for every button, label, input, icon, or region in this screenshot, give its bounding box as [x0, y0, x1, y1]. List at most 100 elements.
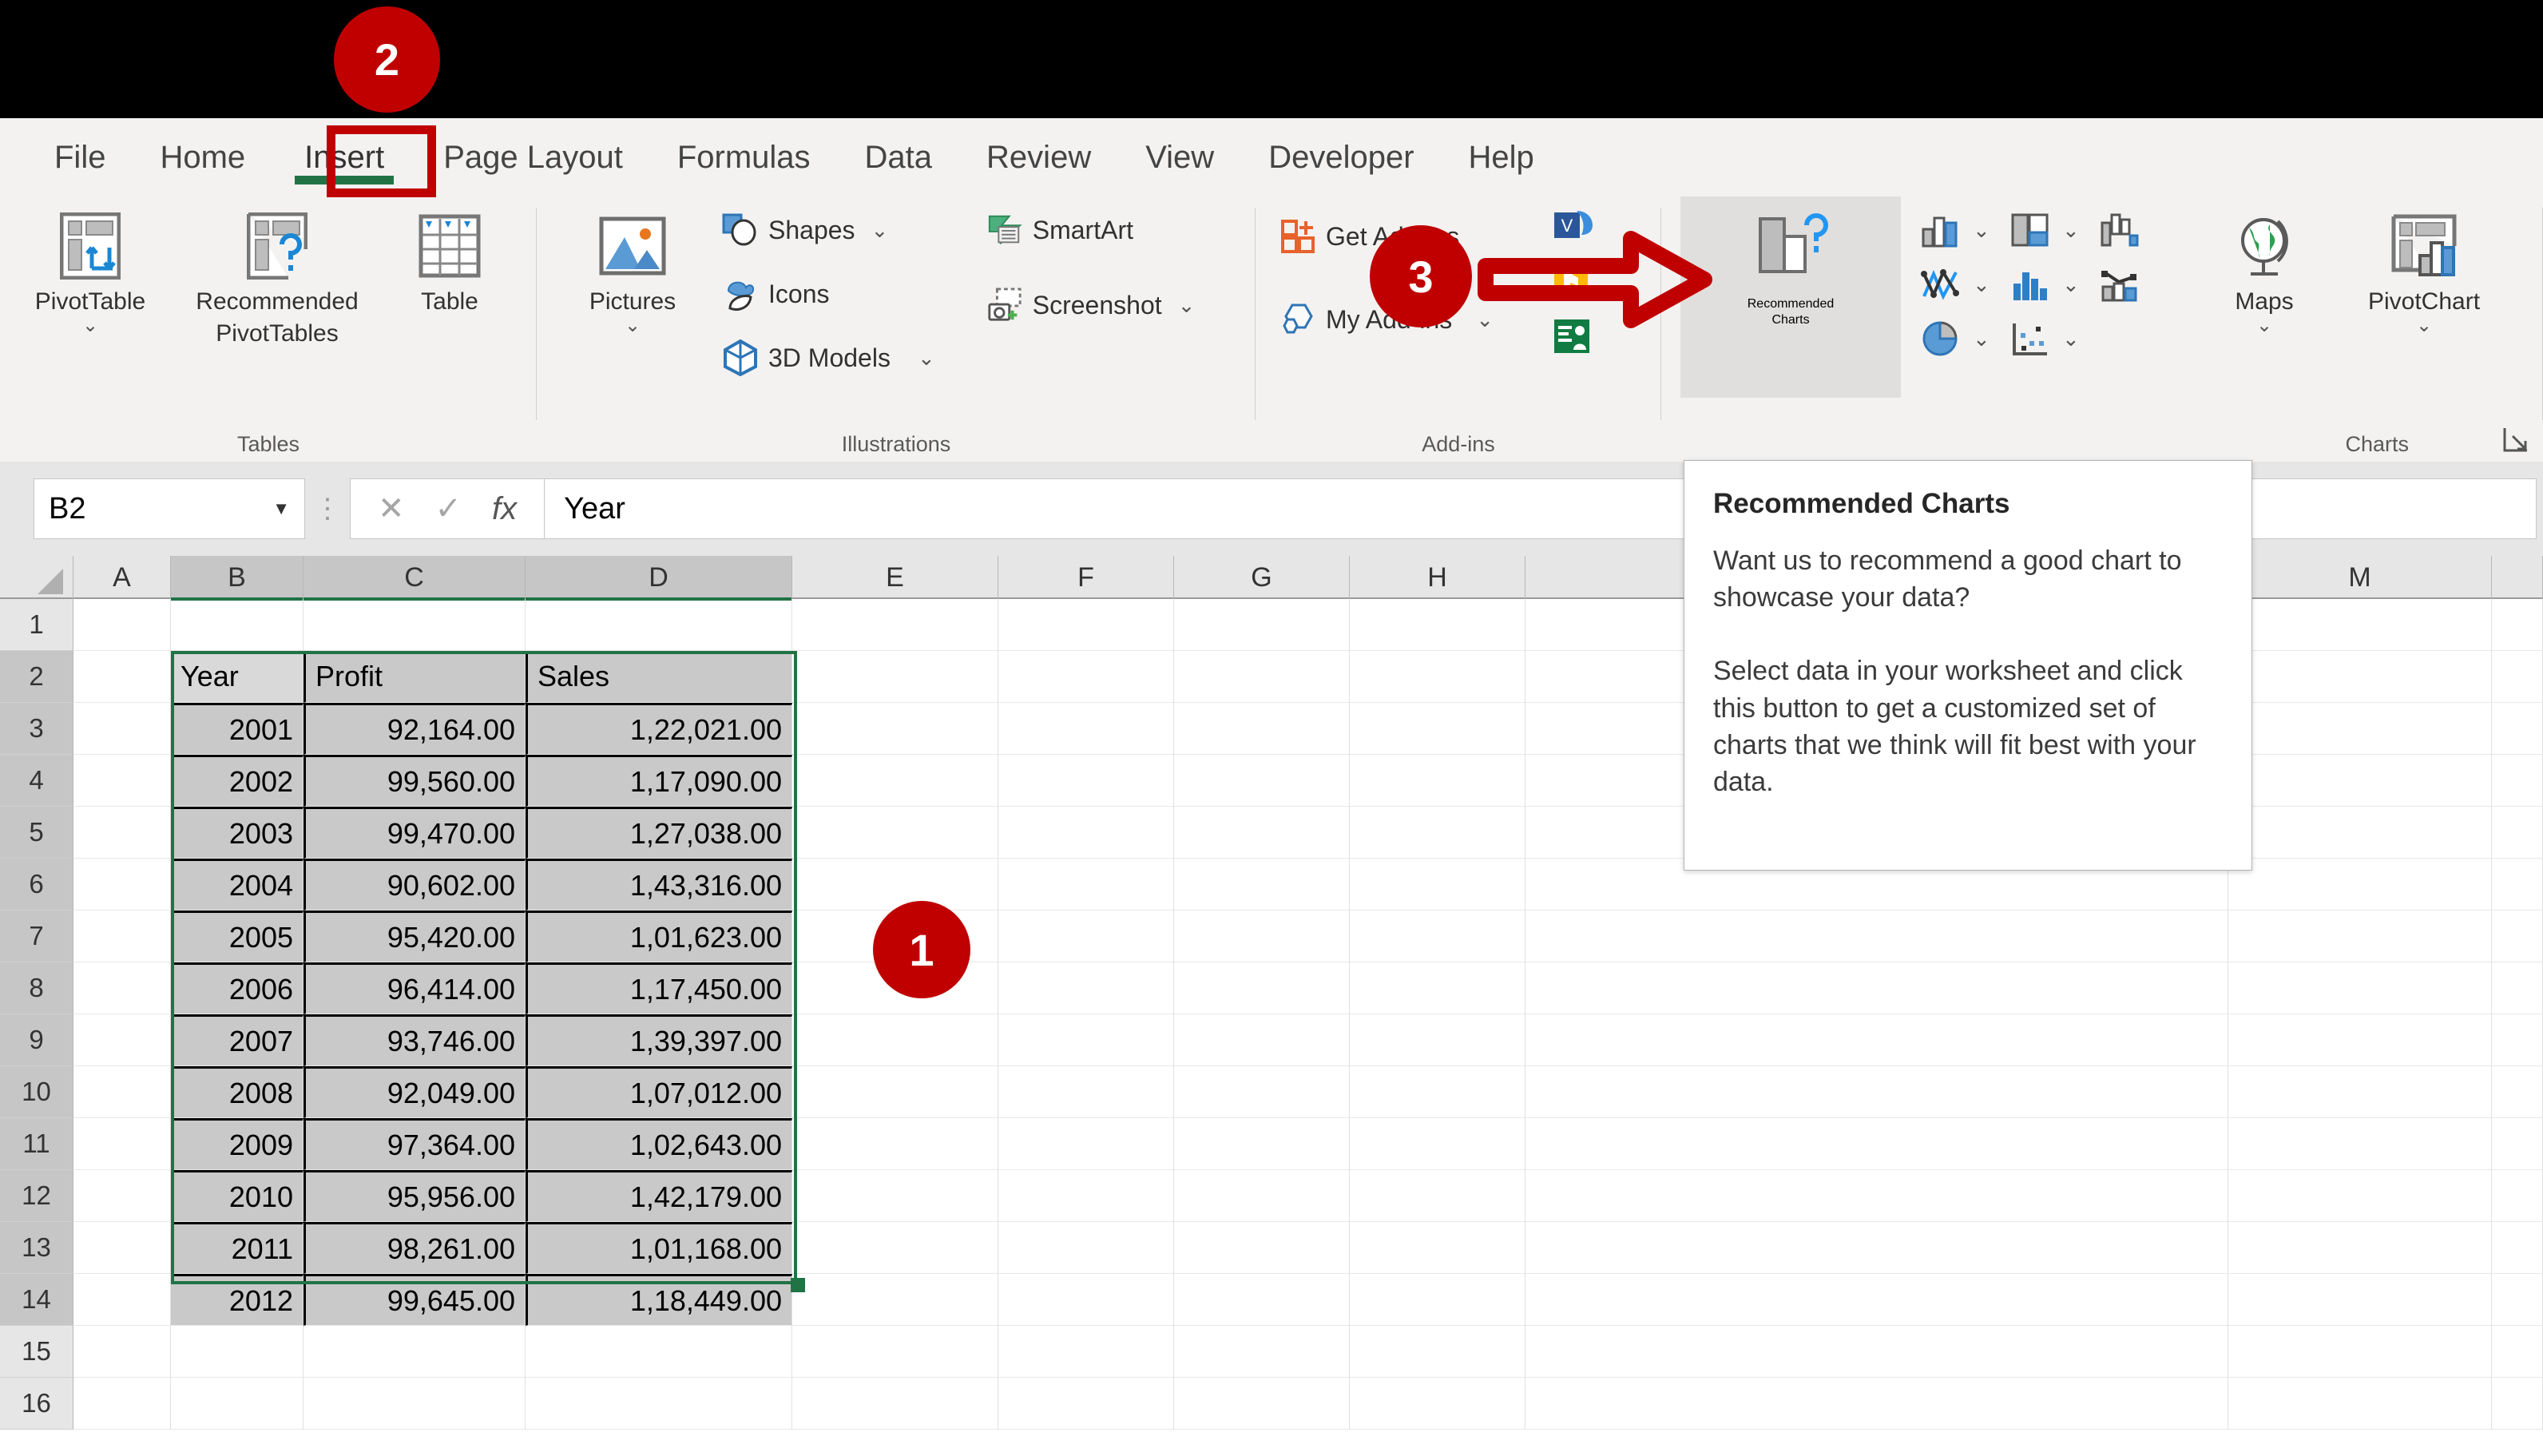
cell-h7[interactable]: [1350, 910, 1525, 962]
cell-b2[interactable]: Year: [171, 651, 303, 703]
cell-c8[interactable]: 96,414.00: [303, 962, 526, 1014]
cell-g11[interactable]: [1174, 1118, 1350, 1170]
tab-file[interactable]: File: [27, 127, 133, 188]
cell-n12[interactable]: [2492, 1170, 2543, 1222]
cell-d10[interactable]: 1,07,012.00: [526, 1066, 792, 1118]
tab-view[interactable]: View: [1118, 127, 1241, 188]
cell-i13[interactable]: [1525, 1222, 2228, 1274]
cell-e12[interactable]: [792, 1170, 998, 1222]
cell-b7[interactable]: 2005: [171, 910, 303, 962]
cell-i14[interactable]: [1525, 1274, 2228, 1326]
cell-d3[interactable]: 1,22,021.00: [526, 703, 792, 755]
cell-g14[interactable]: [1174, 1274, 1350, 1326]
cell-a3[interactable]: [73, 703, 171, 755]
cell-b9[interactable]: 2007: [171, 1014, 303, 1066]
cell-e10[interactable]: [792, 1066, 998, 1118]
cell-g13[interactable]: [1174, 1222, 1350, 1274]
column-header-n[interactable]: [2492, 556, 2543, 599]
cell-f3[interactable]: [998, 703, 1174, 755]
cell-h3[interactable]: [1350, 703, 1525, 755]
tab-help[interactable]: Help: [1442, 127, 1561, 188]
cell-c11[interactable]: 97,364.00: [303, 1118, 526, 1170]
enter-icon[interactable]: ✓: [435, 490, 462, 527]
cell-d13[interactable]: 1,01,168.00: [526, 1222, 792, 1274]
icons-button[interactable]: Icons: [722, 273, 935, 315]
cell-a6[interactable]: [73, 859, 171, 910]
name-box-chevron-down-icon[interactable]: ▼: [272, 498, 290, 519]
cell-b10[interactable]: 2008: [171, 1066, 303, 1118]
maps-chevron-down-icon[interactable]: ⌄: [2256, 316, 2272, 335]
cell-f2[interactable]: [998, 651, 1174, 703]
cell-e15[interactable]: [792, 1326, 998, 1378]
cell-a11[interactable]: [73, 1118, 171, 1170]
cell-h16[interactable]: [1350, 1378, 1525, 1430]
cell-b11[interactable]: 2009: [171, 1118, 303, 1170]
cell-b14[interactable]: 2012: [171, 1274, 303, 1326]
waterfall-chart-button[interactable]: [2097, 208, 2180, 252]
shapes-chevron-down-icon[interactable]: ⌄: [871, 218, 889, 243]
cell-h14[interactable]: [1350, 1274, 1525, 1326]
cell-h5[interactable]: [1350, 807, 1525, 859]
cell-b6[interactable]: 2004: [171, 859, 303, 910]
column-bar-chart-button[interactable]: ⌄: [1918, 208, 2001, 252]
cell-d15[interactable]: [526, 1326, 792, 1378]
cell-b12[interactable]: 2010: [171, 1170, 303, 1222]
cell-d7[interactable]: 1,01,623.00: [526, 910, 792, 962]
cell-n1[interactable]: [2492, 599, 2543, 651]
tab-data[interactable]: Data: [838, 127, 960, 188]
tab-formulas[interactable]: Formulas: [650, 127, 838, 188]
cell-m13[interactable]: [2228, 1222, 2492, 1274]
hierarchy-chart-button[interactable]: ⌄: [2008, 208, 2091, 252]
cell-i10[interactable]: [1525, 1066, 2228, 1118]
cell-e13[interactable]: [792, 1222, 998, 1274]
cell-i11[interactable]: [1525, 1118, 2228, 1170]
cell-n7[interactable]: [2492, 910, 2543, 962]
hierarchy-chart-chevron-down-icon[interactable]: ⌄: [2062, 218, 2080, 243]
column-header-b[interactable]: B: [171, 556, 303, 601]
cell-a16[interactable]: [73, 1378, 171, 1430]
column-header-g[interactable]: G: [1174, 556, 1350, 599]
cell-b8[interactable]: 2006: [171, 962, 303, 1014]
cell-a10[interactable]: [73, 1066, 171, 1118]
smartart-button[interactable]: SmartArt: [986, 209, 1196, 251]
cell-g6[interactable]: [1174, 859, 1350, 910]
cell-i7[interactable]: [1525, 910, 2228, 962]
cell-e1[interactable]: [792, 599, 998, 651]
scatter-chart-button[interactable]: ⌄: [2008, 316, 2091, 361]
cell-a4[interactable]: [73, 755, 171, 807]
cell-f11[interactable]: [998, 1118, 1174, 1170]
cell-d6[interactable]: 1,43,316.00: [526, 859, 792, 910]
row-header-3[interactable]: 3: [0, 703, 73, 755]
tab-review[interactable]: Review: [959, 127, 1118, 188]
row-header-8[interactable]: 8: [0, 962, 73, 1014]
pivottable-chevron-down-icon[interactable]: ⌄: [82, 316, 98, 335]
cell-n2[interactable]: [2492, 651, 2543, 703]
cell-f4[interactable]: [998, 755, 1174, 807]
column-header-m[interactable]: M: [2228, 556, 2492, 599]
row-header-5[interactable]: 5: [0, 807, 73, 859]
cell-e16[interactable]: [792, 1378, 998, 1430]
cell-h4[interactable]: [1350, 755, 1525, 807]
cell-d2[interactable]: Sales: [526, 651, 792, 703]
cell-i9[interactable]: [1525, 1014, 2228, 1066]
column-header-e[interactable]: E: [792, 556, 998, 599]
cell-h8[interactable]: [1350, 962, 1525, 1014]
cell-c3[interactable]: 92,164.00: [303, 703, 526, 755]
cell-m6[interactable]: [2228, 859, 2492, 910]
cell-m8[interactable]: [2228, 962, 2492, 1014]
row-header-13[interactable]: 13: [0, 1222, 73, 1274]
cell-f5[interactable]: [998, 807, 1174, 859]
cell-n16[interactable]: [2492, 1378, 2543, 1430]
cell-h9[interactable]: [1350, 1014, 1525, 1066]
insert-function-icon[interactable]: fx: [492, 491, 517, 527]
cell-m14[interactable]: [2228, 1274, 2492, 1326]
cell-g4[interactable]: [1174, 755, 1350, 807]
scatter-chart-chevron-down-icon[interactable]: ⌄: [2062, 327, 2080, 351]
cell-n9[interactable]: [2492, 1014, 2543, 1066]
charts-dialog-launcher-icon[interactable]: [2503, 426, 2530, 454]
screenshot-button[interactable]: Screenshot ⌄: [986, 284, 1195, 326]
formula-bar-grip[interactable]: ⋮: [305, 494, 350, 522]
cell-a15[interactable]: [73, 1326, 171, 1378]
cell-m16[interactable]: [2228, 1378, 2492, 1430]
cell-n8[interactable]: [2492, 962, 2543, 1014]
